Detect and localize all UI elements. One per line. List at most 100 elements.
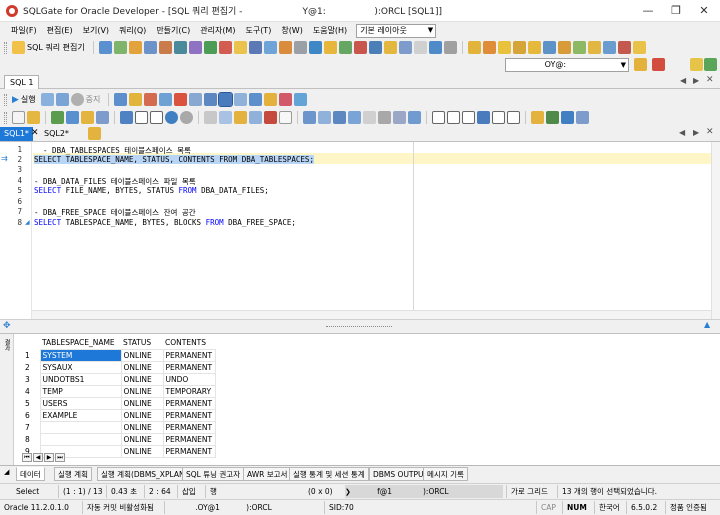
whitespace-icon[interactable]: [492, 111, 505, 124]
bind-icon[interactable]: [264, 93, 278, 106]
tab-close-all-icon[interactable]: ✕: [706, 127, 714, 137]
table-row[interactable]: 7 ONLINE PERMANENT: [22, 420, 216, 434]
trigger-icon[interactable]: [188, 41, 202, 54]
cell-contents[interactable]: PERMANENT: [162, 432, 216, 446]
result-icon[interactable]: [234, 93, 248, 106]
snippet-icon[interactable]: [531, 111, 544, 124]
commit-icon[interactable]: [129, 93, 143, 106]
grid-view-icon[interactable]: [204, 93, 218, 106]
tab-dbms-xplan[interactable]: 실행 계획(DBMS_XPLAN): [97, 467, 192, 481]
table-row[interactable]: 1 SYSTEM ONLINE PERMANENT: [22, 348, 216, 362]
cell-tablespace-name[interactable]: UNDOTBS1: [39, 372, 122, 386]
find-icon[interactable]: [303, 111, 316, 124]
layout-select[interactable]: 기본 레이아웃 ▼: [356, 23, 437, 38]
result-grid[interactable]: 결과 TABLESPACE_NAME STATUS CONTENTS 1 SYST…: [0, 333, 720, 465]
stop-icon[interactable]: [70, 93, 84, 106]
cell-status[interactable]: ONLINE: [120, 432, 164, 446]
row-number[interactable]: 7: [22, 421, 40, 433]
tab-exec-stats[interactable]: 실행 통계 및 세션 통계: [289, 467, 369, 481]
window-icon[interactable]: [428, 41, 442, 54]
package-icon[interactable]: [572, 41, 586, 54]
object-icon[interactable]: [143, 41, 157, 54]
cell-tablespace-name[interactable]: USERS: [39, 396, 122, 410]
cell-tablespace-name[interactable]: [39, 420, 122, 434]
run-step-icon[interactable]: [40, 93, 54, 106]
tab-close-icon[interactable]: ✕: [31, 128, 39, 138]
trace-icon[interactable]: [294, 93, 308, 106]
cell-contents[interactable]: UNDO: [162, 372, 216, 386]
row-number[interactable]: 3: [22, 373, 40, 385]
favorites-icon[interactable]: [690, 58, 703, 71]
case-lower-icon[interactable]: [447, 111, 460, 124]
grant-icon[interactable]: [512, 41, 526, 54]
connect-icon[interactable]: [634, 58, 647, 71]
doc-tab-sql1[interactable]: SQL 1: [4, 75, 40, 89]
prev-record-icon[interactable]: ◀: [33, 453, 43, 462]
cell-contents[interactable]: PERMANENT: [162, 408, 216, 422]
row-number[interactable]: 4: [22, 385, 40, 397]
menu-view[interactable]: 보기(V): [78, 25, 114, 36]
cell-tablespace-name[interactable]: EXAMPLE: [39, 408, 122, 422]
tab-awr-report[interactable]: AWR 보고서: [243, 467, 292, 481]
debug-icon[interactable]: [279, 93, 293, 106]
type-icon[interactable]: [587, 41, 601, 54]
paragraph-icon[interactable]: [477, 111, 490, 124]
last-record-icon[interactable]: ⏭: [55, 453, 65, 462]
first-record-icon[interactable]: ⏮: [22, 453, 32, 462]
alert-icon[interactable]: [482, 41, 496, 54]
replace-icon[interactable]: [333, 111, 346, 124]
tab-sql2[interactable]: SQL2*: [40, 127, 73, 141]
copy-icon[interactable]: [219, 111, 232, 124]
disconnect-icon[interactable]: [652, 58, 665, 71]
select-all-icon[interactable]: [279, 111, 292, 124]
info-icon[interactable]: [165, 111, 178, 124]
column-header[interactable]: STATUS: [121, 337, 163, 349]
awr-icon[interactable]: [368, 41, 382, 54]
delete-icon[interactable]: [264, 111, 277, 124]
open-file-icon[interactable]: [27, 111, 40, 124]
session-icon[interactable]: [248, 41, 262, 54]
export-icon[interactable]: [278, 41, 292, 54]
save-as-icon[interactable]: [546, 111, 559, 124]
menu-edit[interactable]: 편집(E): [42, 25, 78, 36]
table-row[interactable]: 4 TEMP ONLINE TEMPORARY: [22, 384, 216, 398]
menu-help[interactable]: 도움말(H): [308, 25, 352, 36]
rollback-icon[interactable]: [144, 93, 158, 106]
new-tab-icon[interactable]: [120, 111, 133, 124]
tab-sql1[interactable]: SQL1*: [0, 127, 33, 141]
cell-contents[interactable]: PERMANENT: [162, 360, 216, 374]
key-icon[interactable]: [497, 41, 511, 54]
next-record-icon[interactable]: ▶: [44, 453, 54, 462]
stop-button[interactable]: 중지: [86, 94, 101, 105]
folder-icon[interactable]: [128, 41, 142, 54]
explain-icon[interactable]: [383, 41, 397, 54]
recycle-icon[interactable]: [617, 41, 631, 54]
connection-select[interactable]: OY@: ▼: [505, 58, 629, 72]
view-icon[interactable]: [173, 41, 187, 54]
dblink-icon[interactable]: [542, 41, 556, 54]
run-button[interactable]: 실행: [21, 94, 36, 105]
table-row[interactable]: 5 USERS ONLINE PERMANENT: [22, 396, 216, 410]
toolbar-grip[interactable]: [4, 41, 7, 54]
undo-icon[interactable]: [51, 111, 64, 124]
row-number[interactable]: 1: [22, 349, 40, 361]
cell-status[interactable]: ONLINE: [120, 396, 164, 410]
menu-tools[interactable]: 도구(T): [240, 25, 276, 36]
sql-icon[interactable]: [174, 93, 188, 106]
pin-icon[interactable]: [704, 58, 717, 71]
cell-status[interactable]: ONLINE: [120, 348, 164, 362]
query-editor-button[interactable]: SQL 쿼리 편집기: [27, 42, 85, 53]
outdent-icon[interactable]: [150, 111, 163, 124]
cell-status[interactable]: ONLINE: [120, 384, 164, 398]
tab-sql-tuning[interactable]: SQL 튜닝 권고자: [182, 467, 245, 481]
history-icon[interactable]: [398, 41, 412, 54]
menu-window[interactable]: 창(W): [276, 25, 308, 36]
comment-icon[interactable]: [393, 111, 406, 124]
sequence-icon[interactable]: [203, 41, 217, 54]
cell-status[interactable]: ONLINE: [120, 420, 164, 434]
split-toggle-icon[interactable]: ✥: [3, 321, 11, 331]
row-number[interactable]: 8: [22, 433, 40, 445]
doc-tab-close-icon[interactable]: ✕: [706, 75, 714, 85]
table-row[interactable]: 2 SYSAUX ONLINE PERMANENT: [22, 360, 216, 374]
goto-line-icon[interactable]: [348, 111, 361, 124]
